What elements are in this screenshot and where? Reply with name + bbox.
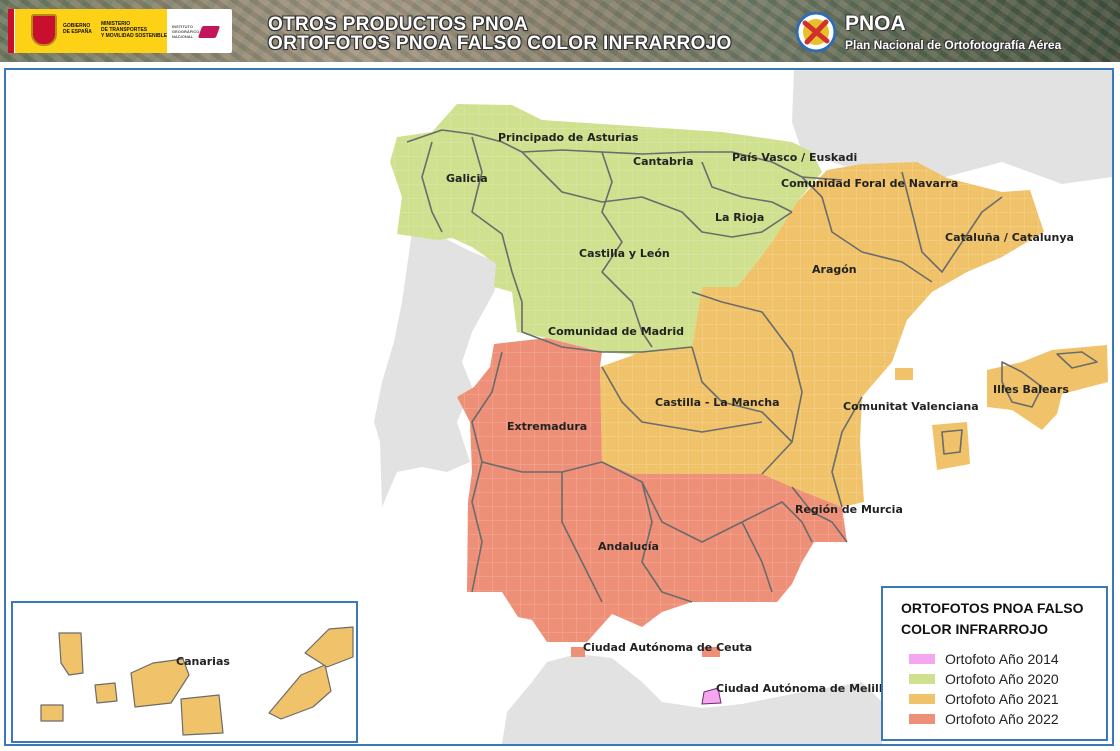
- pnoa-logo-icon: [795, 11, 837, 53]
- label-andalucia: Andalucía: [598, 540, 659, 553]
- flag-stripe: [8, 9, 14, 53]
- institute-text: INSTITUTO GEOGRÁFICO NACIONAL: [172, 24, 200, 39]
- label-murcia: Región de Murcia: [795, 503, 903, 516]
- legend-item-2020: Ortofoto Año 2020: [909, 670, 1059, 688]
- label-galicia: Galicia: [446, 172, 488, 185]
- label-ceuta: Ciudad Autónoma de Ceuta: [583, 641, 752, 654]
- legend-item-2021: Ortofoto Año 2021: [909, 690, 1059, 708]
- island-la-gomera: [94, 682, 118, 704]
- label-cataluna: Cataluña / Catalunya: [945, 231, 1074, 244]
- legend-swatch-2014: [909, 654, 935, 664]
- label-baleares: Illes Balears: [993, 383, 1069, 396]
- government-text: GOBIERNO DE ESPAÑA: [63, 23, 92, 35]
- legend-swatch-2020: [909, 674, 935, 684]
- label-canarias: Canarias: [176, 655, 230, 668]
- legend-title: ORTOFOTOS PNOA FALSO COLOR INFRARROJO: [901, 600, 1084, 637]
- legend-label-2022: Ortofoto Año 2022: [945, 711, 1059, 727]
- label-navarra: Comunidad Foral de Navarra: [781, 177, 958, 190]
- ministry-text: MINISTERIO DE TRANSPORTES Y MOVILIDAD SO…: [101, 21, 168, 39]
- label-asturias: Principado de Asturias: [498, 131, 639, 144]
- island-fuerteventura: [268, 664, 332, 720]
- header-title-line-2: ORTOFOTOS PNOA FALSO COLOR INFRARROJO: [268, 33, 732, 54]
- pnoa-logo-subtitle: Plan Nacional de Ortofotografía Aérea: [845, 38, 1062, 52]
- legend-swatch-2022: [909, 714, 935, 724]
- legend-item-2014: Ortofoto Año 2014: [909, 650, 1059, 668]
- zone-2021-ibiza: [932, 422, 970, 470]
- legend-label-2014: Ortofoto Año 2014: [945, 651, 1059, 667]
- label-castilla-mancha: Castilla - La Mancha: [655, 396, 780, 409]
- label-cantabria: Cantabria: [633, 155, 694, 168]
- legend-label-2021: Ortofoto Año 2021: [945, 691, 1059, 707]
- header-title-line-1: OTROS PRODUCTOS PNOA: [268, 14, 529, 35]
- france-land: [792, 70, 1112, 184]
- label-pais-vasco: País Vasco / Euskadi: [732, 151, 857, 164]
- label-madrid: Comunidad de Madrid: [548, 325, 684, 338]
- pnoa-logo-name: PNOA: [845, 12, 906, 35]
- canarias-inset: Canarias: [11, 601, 358, 743]
- legend-label-2020: Ortofoto Año 2020: [945, 671, 1059, 687]
- coat-of-arms-icon: [31, 14, 57, 46]
- legend-item-2022: Ortofoto Año 2022: [909, 710, 1059, 728]
- label-valenciana: Comunitat Valenciana: [843, 400, 979, 413]
- label-melilla: Ciudad Autónoma de Melilla: [716, 682, 890, 695]
- label-extremadura: Extremadura: [507, 420, 587, 433]
- zone-2021-islet: [895, 368, 913, 380]
- island-gran-canaria: [180, 694, 224, 736]
- morocco-land: [502, 654, 882, 744]
- label-aragon: Aragón: [812, 263, 857, 276]
- island-la-palma: [58, 632, 84, 676]
- island-el-hierro: [40, 704, 64, 722]
- label-la-rioja: La Rioja: [715, 211, 764, 224]
- canarias-map: Canarias: [40, 626, 354, 736]
- legend-swatch-2021: [909, 694, 935, 704]
- header-banner: GOBIERNO DE ESPAÑA MINISTERIO DE TRANSPO…: [0, 0, 1120, 62]
- label-castilla-leon: Castilla y León: [579, 247, 670, 260]
- legend: ORTOFOTOS PNOA FALSO COLOR INFRARROJO Or…: [881, 586, 1108, 741]
- island-lanzarote: [304, 626, 354, 668]
